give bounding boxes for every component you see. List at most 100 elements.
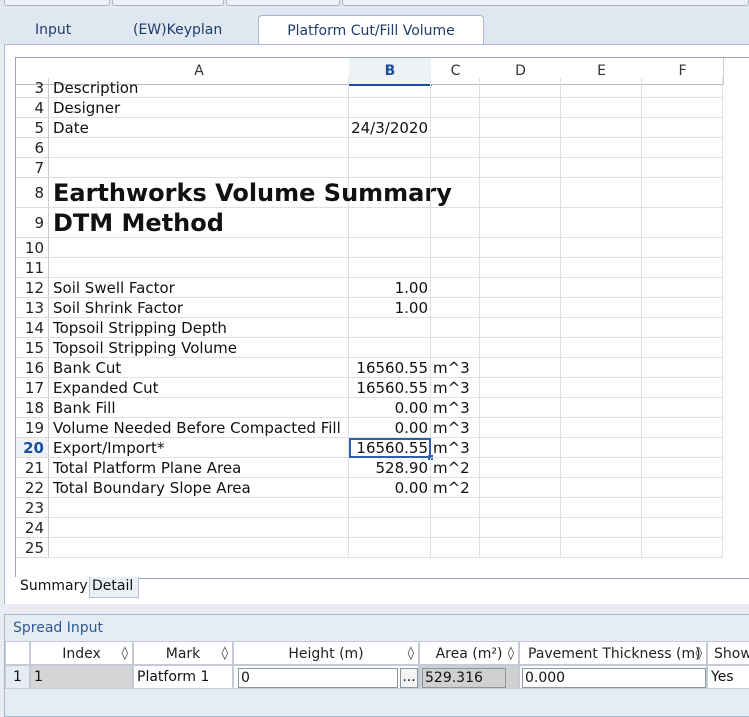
cell-f[interactable] (642, 98, 723, 118)
cell-b[interactable]: 16560.55 (349, 358, 431, 378)
cell-f[interactable] (642, 358, 723, 378)
row-header[interactable]: 17 (16, 378, 49, 398)
cell-c[interactable]: m^3 (431, 398, 480, 418)
cell-d[interactable] (480, 358, 561, 378)
row-header[interactable]: 6 (16, 138, 49, 158)
cell-e[interactable] (561, 498, 642, 518)
cell-c[interactable] (431, 178, 480, 208)
cell-c[interactable] (431, 158, 480, 178)
spreadsheet-grid[interactable]: A B C D E F 3 Description 4 Designer 5 Date 24… (15, 57, 749, 579)
cell-d[interactable] (480, 418, 561, 438)
cell-a[interactable]: Total Platform Plane Area (49, 458, 349, 478)
cell-d[interactable] (480, 238, 561, 258)
cell-c[interactable] (431, 98, 480, 118)
sort-icon[interactable]: ◊ (508, 642, 514, 666)
cell-b[interactable] (349, 538, 431, 558)
row-number[interactable]: 1 (5, 665, 30, 689)
cell-d[interactable] (480, 78, 561, 98)
cell-b[interactable] (349, 258, 431, 278)
row-header[interactable]: 13 (16, 298, 49, 318)
cell-d[interactable] (480, 98, 561, 118)
cell-d[interactable] (480, 158, 561, 178)
cell-e[interactable] (561, 418, 642, 438)
cell-c[interactable] (431, 518, 480, 538)
cell-c[interactable] (431, 118, 480, 138)
cell-d[interactable] (480, 498, 561, 518)
cell-f[interactable] (642, 378, 723, 398)
cell-a[interactable] (49, 158, 349, 178)
row-header[interactable]: 20 (16, 438, 49, 458)
cell-b[interactable] (349, 518, 431, 538)
cell-e[interactable] (561, 378, 642, 398)
cell-c[interactable] (431, 208, 480, 238)
cell-f[interactable] (642, 178, 723, 208)
cell-b[interactable] (349, 208, 431, 238)
cell-b[interactable]: 16560.55 (349, 378, 431, 398)
column-index[interactable]: Index ◊ (30, 641, 133, 665)
pavement-input[interactable]: 0.000 (522, 668, 706, 688)
cell-f[interactable] (642, 138, 723, 158)
cell-a[interactable] (49, 238, 349, 258)
cell-e[interactable] (561, 258, 642, 278)
column-show[interactable]: Show (707, 641, 749, 665)
cell-f[interactable] (642, 318, 723, 338)
cell-f[interactable] (642, 518, 723, 538)
cell-b[interactable]: 1.00 (349, 278, 431, 298)
cell-f[interactable] (642, 418, 723, 438)
cell-e[interactable] (561, 78, 642, 98)
row-header[interactable]: 21 (16, 458, 49, 478)
cell-f[interactable] (642, 458, 723, 478)
row-header[interactable]: 23 (16, 498, 49, 518)
pavement-cell[interactable]: 0.000 (519, 665, 707, 689)
cell-b[interactable]: 24/3/2020 (349, 118, 431, 138)
row-header[interactable]: 9 (16, 208, 49, 238)
cell-b[interactable] (349, 158, 431, 178)
height-input[interactable]: 0 (238, 668, 398, 688)
cell-a[interactable]: Soil Shrink Factor (49, 298, 349, 318)
cell-d[interactable] (480, 478, 561, 498)
cell-a[interactable]: Total Boundary Slope Area (49, 478, 349, 498)
cell-e[interactable] (561, 518, 642, 538)
cell-a[interactable]: Expanded Cut (49, 378, 349, 398)
cell-f[interactable] (642, 438, 723, 458)
sort-icon[interactable]: ◊ (408, 642, 414, 666)
column-height[interactable]: Height (m) ◊ (233, 641, 419, 665)
row-header[interactable]: 12 (16, 278, 49, 298)
row-header[interactable]: 5 (16, 118, 49, 138)
cell-e[interactable] (561, 478, 642, 498)
cell-e[interactable] (561, 208, 642, 238)
cell-c[interactable] (431, 498, 480, 518)
tab-input[interactable]: Input (35, 22, 71, 38)
cell-c[interactable]: m^3 (431, 418, 480, 438)
cell-b[interactable]: 0.00 (349, 398, 431, 418)
cell-f[interactable] (642, 298, 723, 318)
cell-c[interactable] (431, 298, 480, 318)
cell-c[interactable]: m^2 (431, 478, 480, 498)
cell-b[interactable] (349, 318, 431, 338)
cell-f[interactable] (642, 498, 723, 518)
row-header[interactable]: 7 (16, 158, 49, 178)
cell-a[interactable]: Export/Import* (49, 438, 349, 458)
row-header[interactable]: 10 (16, 238, 49, 258)
cell-e[interactable] (561, 458, 642, 478)
cell-a[interactable]: Earthworks Volume Summary (49, 178, 452, 208)
cell-a[interactable]: Bank Fill (49, 398, 349, 418)
cell-e[interactable] (561, 438, 642, 458)
row-header[interactable]: 8 (16, 178, 49, 208)
cell-f[interactable] (642, 338, 723, 358)
cell-e[interactable] (561, 358, 642, 378)
row-header[interactable]: 4 (16, 98, 49, 118)
cell-d[interactable] (480, 378, 561, 398)
row-header[interactable]: 16 (16, 358, 49, 378)
cell-a[interactable] (49, 538, 349, 558)
cell-b[interactable] (349, 238, 431, 258)
cell-a[interactable]: Date (49, 118, 349, 138)
row-header[interactable]: 3 (16, 78, 49, 98)
show-cell[interactable]: Yes (707, 665, 749, 689)
cell-b[interactable]: 528.90 (349, 458, 431, 478)
cell-b[interactable]: 0.00 (349, 418, 431, 438)
cell-c[interactable] (431, 258, 480, 278)
cell-e[interactable] (561, 338, 642, 358)
cell-a[interactable]: Topsoil Stripping Depth (49, 318, 349, 338)
row-header[interactable]: 18 (16, 398, 49, 418)
